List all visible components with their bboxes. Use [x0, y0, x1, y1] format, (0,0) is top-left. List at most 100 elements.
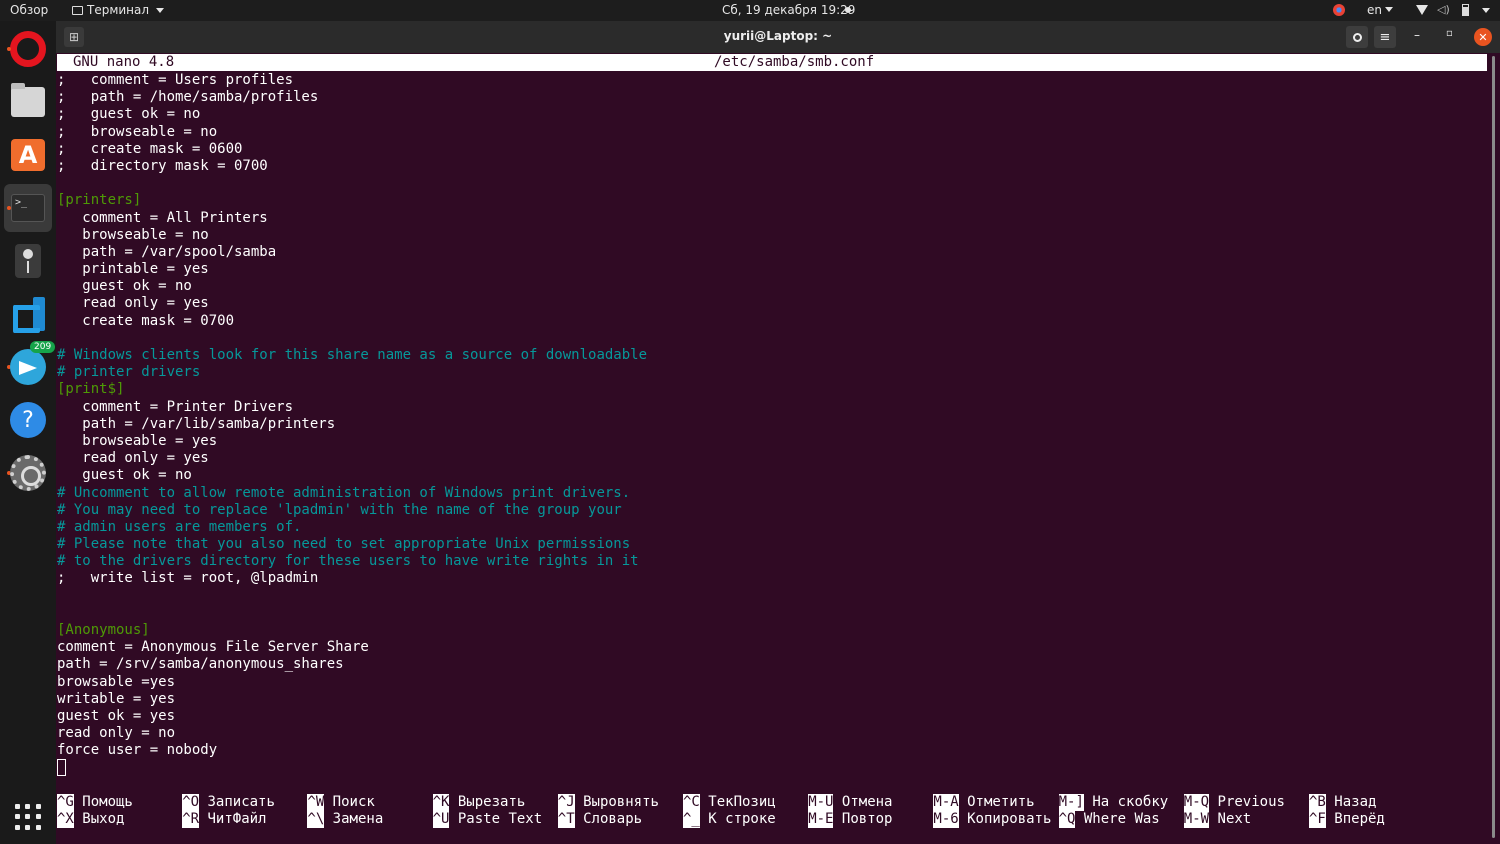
- scrollbar[interactable]: [1492, 56, 1495, 838]
- wifi-icon[interactable]: [1416, 5, 1428, 15]
- dock: A >_ 209 ?: [0, 21, 56, 844]
- show-applications-button[interactable]: [4, 793, 52, 841]
- shortcut-label: Вперёд: [1325, 811, 1385, 828]
- dock-item-files[interactable]: [4, 78, 52, 126]
- shortcut-key: ^X: [57, 811, 74, 829]
- nano-title-bar: GNU nano 4.8 /etc/samba/smb.conf: [57, 54, 1487, 71]
- language-switcher[interactable]: en: [1367, 3, 1393, 18]
- shortcut-key: ^C: [683, 794, 700, 812]
- config-line: ; browseable = no: [57, 123, 218, 140]
- chrome-tray-icon[interactable]: [1333, 4, 1345, 16]
- shortcut-key: M-W: [1183, 811, 1210, 829]
- dock-item-opera[interactable]: [4, 25, 52, 73]
- app-menu-label: Терминал: [87, 3, 150, 17]
- config-line: comment = Printer Drivers: [57, 398, 294, 415]
- shortcut-key: ^_: [683, 811, 700, 829]
- activities-button[interactable]: Обзор: [10, 3, 48, 18]
- shortcut-item[interactable]: ^C ТекПозиц: [683, 794, 808, 812]
- dock-item-software[interactable]: A: [4, 131, 52, 179]
- shortcut-key: M-]: [1058, 794, 1084, 812]
- comment-line: # to the drivers directory for these use…: [57, 553, 639, 570]
- minimize-button[interactable]: –: [1414, 28, 1420, 42]
- shortcut-label: Повтор: [833, 811, 893, 828]
- config-line: [57, 330, 647, 347]
- config-line: [57, 588, 647, 605]
- config-line: browsable =yes: [57, 673, 176, 690]
- shortcut-item[interactable]: ^G Помощь: [57, 794, 182, 812]
- maximize-button[interactable]: ▫: [1446, 28, 1453, 39]
- config-section-line: [Anonymous]: [57, 622, 150, 638]
- shortcut-item[interactable]: ^T Словарь: [557, 811, 683, 829]
- comment-line: # admin users are members of.: [57, 518, 302, 535]
- shortcut-label: Previous: [1209, 794, 1285, 810]
- telegram-icon: [10, 349, 46, 385]
- dock-item-telegram[interactable]: 209: [4, 341, 56, 391]
- folder-icon: [11, 83, 45, 117]
- shortcut-key: ^\: [307, 811, 325, 829]
- shortcut-item[interactable]: ^Q Where Was: [1058, 811, 1184, 829]
- shortcut-label: К строке: [699, 811, 776, 828]
- config-line: [57, 605, 647, 622]
- shortcut-item[interactable]: ^F Вперёд: [1309, 811, 1434, 829]
- chevron-down-icon: [1385, 7, 1393, 12]
- gear-icon: [10, 455, 46, 491]
- close-button[interactable]: ✕: [1474, 28, 1492, 46]
- shortcut-item[interactable]: ^K Вырезать: [432, 794, 558, 812]
- opera-icon: [10, 31, 46, 67]
- shortcut-item[interactable]: M-Q Previous: [1183, 794, 1309, 812]
- shortcut-item[interactable]: ^W Поиск: [307, 794, 432, 812]
- file-content[interactable]: ; comment = Users profiles; path = /home…: [57, 72, 647, 760]
- shortcut-key: ^J: [557, 794, 575, 812]
- dock-item-terminal[interactable]: >_: [4, 184, 52, 232]
- terminal-icon: >_: [11, 194, 45, 222]
- shortcut-item[interactable]: ^_ К строке: [683, 811, 808, 829]
- shortcut-item[interactable]: ^O Записать: [182, 794, 307, 812]
- vscode-icon: [11, 297, 45, 331]
- hamburger-menu-button[interactable]: ≡: [1374, 26, 1396, 48]
- shortcut-label: Словарь: [574, 811, 643, 828]
- config-line: [57, 175, 647, 192]
- config-line: path = /var/lib/samba/printers: [57, 415, 336, 432]
- notification-dot-icon: [845, 7, 851, 13]
- dock-item-vscode[interactable]: [4, 290, 52, 338]
- shortcut-key: M-U: [808, 794, 834, 812]
- shortcut-key: ^R: [182, 811, 200, 829]
- shortcut-item[interactable]: ^J Выровнять: [557, 794, 683, 812]
- shortcut-label: Записать: [199, 794, 275, 810]
- shortcut-item[interactable]: M-] На скобку: [1058, 794, 1184, 812]
- config-line: path = /srv/samba/anonymous_shares: [57, 656, 344, 673]
- dock-item-settings[interactable]: [4, 449, 52, 497]
- app-grid-icon: [15, 804, 41, 830]
- config-line: ; write list = root, @lpadmin: [57, 570, 319, 587]
- shortcut-item[interactable]: ^X Выход: [57, 811, 182, 829]
- shortcut-key: M-A: [933, 794, 959, 812]
- config-section-line: [printers]: [57, 192, 142, 209]
- config-line: ; guest ok = no: [57, 106, 201, 123]
- shortcut-item[interactable]: ^B Назад: [1309, 794, 1434, 812]
- shortcut-item[interactable]: ^\ Замена: [307, 811, 432, 829]
- shortcut-item[interactable]: M-A Отметить: [933, 794, 1058, 812]
- battery-icon[interactable]: [1462, 4, 1469, 16]
- shortcut-key: M-6: [933, 811, 959, 829]
- shortcut-label: Замена: [324, 811, 384, 828]
- volume-icon[interactable]: ◁): [1437, 3, 1450, 16]
- shortcut-item[interactable]: M-W Next: [1183, 811, 1309, 829]
- clock[interactable]: Сб, 19 декабря 19:29: [722, 3, 855, 18]
- minimize-icon: –: [1414, 28, 1420, 42]
- shortcut-item[interactable]: M-U Отмена: [808, 794, 933, 812]
- shortcut-label: Where Was: [1075, 811, 1160, 828]
- shortcut-item[interactable]: M-6 Копировать: [933, 811, 1058, 829]
- dock-item-help[interactable]: ?: [4, 396, 52, 444]
- shortcut-item[interactable]: M-E Повтор: [808, 811, 933, 829]
- shortcut-key: ^Q: [1058, 811, 1076, 829]
- config-section-line: [print$]: [57, 381, 125, 398]
- dock-item-webcam[interactable]: [4, 237, 52, 285]
- app-menu[interactable]: Терминал: [72, 3, 165, 18]
- shortcut-label: Отметить: [958, 794, 1035, 810]
- search-button[interactable]: [1346, 26, 1368, 48]
- shortcut-item[interactable]: ^R ЧитФайл: [182, 811, 307, 829]
- help-icon: ?: [10, 402, 46, 438]
- shortcut-item[interactable]: ^U Paste Text: [432, 811, 558, 829]
- system-menu-button[interactable]: [1479, 4, 1490, 18]
- shortcut-key: M-E: [808, 811, 834, 829]
